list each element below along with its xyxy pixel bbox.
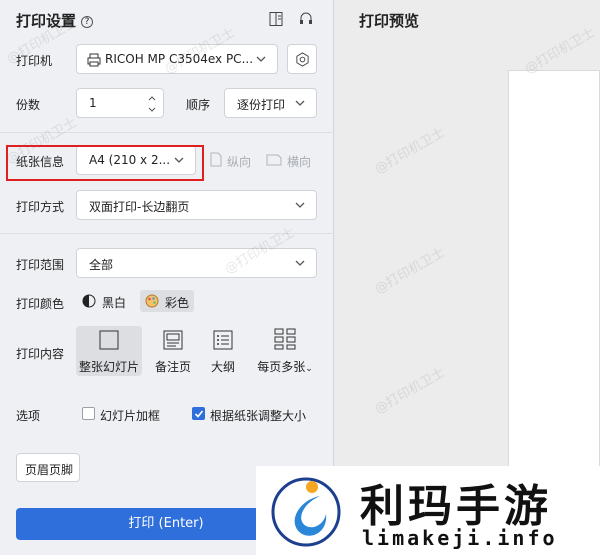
- landscape-option[interactable]: 横向: [287, 153, 311, 170]
- stepper-arrows-icon[interactable]: [147, 93, 157, 115]
- copies-value: 1: [89, 96, 97, 110]
- range-select[interactable]: 全部: [76, 248, 317, 278]
- bw-label: 黑白: [102, 296, 127, 310]
- portrait-option[interactable]: 纵向: [227, 153, 251, 170]
- chevron-down-icon: [295, 202, 305, 208]
- notes-icon: [163, 330, 183, 350]
- printer-select[interactable]: RICOH MP C3504ex PC...: [76, 44, 278, 74]
- range-value: 全部: [89, 258, 114, 272]
- landscape-icon: [266, 154, 282, 166]
- order-value: 逐份打印: [237, 98, 286, 112]
- site-logo: 利玛手游 limakeji.info: [256, 466, 600, 555]
- printer-value: RICOH MP C3504ex PC...: [105, 52, 254, 66]
- chevron-down-icon: [295, 260, 305, 266]
- fit-checkbox[interactable]: [192, 407, 205, 420]
- method-label: 打印方式: [16, 200, 65, 214]
- chevron-down-icon: [295, 100, 305, 106]
- preview-title: 打印预览: [359, 12, 420, 30]
- divider: [0, 233, 334, 234]
- highlight-box: [6, 145, 204, 181]
- color-label: 打印颜色: [16, 297, 65, 311]
- content-label: 打印内容: [16, 347, 65, 361]
- printer-label: 打印机: [16, 54, 53, 68]
- chevron-down-icon: ⌄: [305, 364, 313, 374]
- content-option-multi-per-page[interactable]: 每页多张⌄: [250, 326, 320, 376]
- divider: [0, 132, 334, 133]
- frame-label: 幻灯片加框: [100, 409, 161, 423]
- copies-stepper[interactable]: 1: [76, 88, 164, 118]
- outline-icon: [213, 330, 233, 350]
- method-select[interactable]: 双面打印-长边翻页: [76, 190, 317, 220]
- help-icon[interactable]: ?: [81, 16, 94, 28]
- preview-page: [508, 70, 600, 470]
- color-option[interactable]: 彩色: [140, 290, 194, 312]
- fit-label: 根据纸张调整大小: [210, 409, 307, 423]
- page-layout-icon[interactable]: [268, 11, 284, 27]
- printer-icon: [87, 53, 101, 67]
- headset-icon[interactable]: [298, 11, 314, 27]
- content-option-outline[interactable]: 大纲: [190, 326, 256, 376]
- bw-option[interactable]: 黑白: [80, 290, 130, 312]
- portrait-icon: [210, 152, 222, 167]
- logo-emblem-icon: [271, 477, 341, 547]
- options-label: 选项: [16, 409, 41, 423]
- chevron-down-icon: [256, 56, 266, 62]
- logo-title: 利玛手游: [360, 481, 552, 532]
- settings-title: 打印设置?: [16, 10, 94, 31]
- header-footer-button[interactable]: 页眉页脚: [16, 453, 80, 482]
- gear-icon: [296, 52, 309, 67]
- frame-checkbox[interactable]: [82, 407, 95, 420]
- color-value-label: 彩色: [165, 296, 190, 310]
- palette-icon: [145, 294, 159, 308]
- printer-settings-button[interactable]: [287, 44, 317, 74]
- logo-url: limakeji.info: [362, 526, 558, 550]
- grid-icon: [274, 328, 296, 350]
- method-value: 双面打印-长边翻页: [89, 200, 190, 214]
- order-select[interactable]: 逐份打印: [224, 88, 317, 118]
- checkmark-icon: [194, 410, 204, 418]
- content-option-full-slide[interactable]: 整张幻灯片: [76, 326, 142, 376]
- copies-label: 份数: [16, 98, 41, 112]
- order-label: 顺序: [186, 98, 211, 112]
- range-label: 打印范围: [16, 258, 65, 272]
- half-circle-icon: [82, 294, 96, 308]
- slide-icon: [99, 330, 119, 350]
